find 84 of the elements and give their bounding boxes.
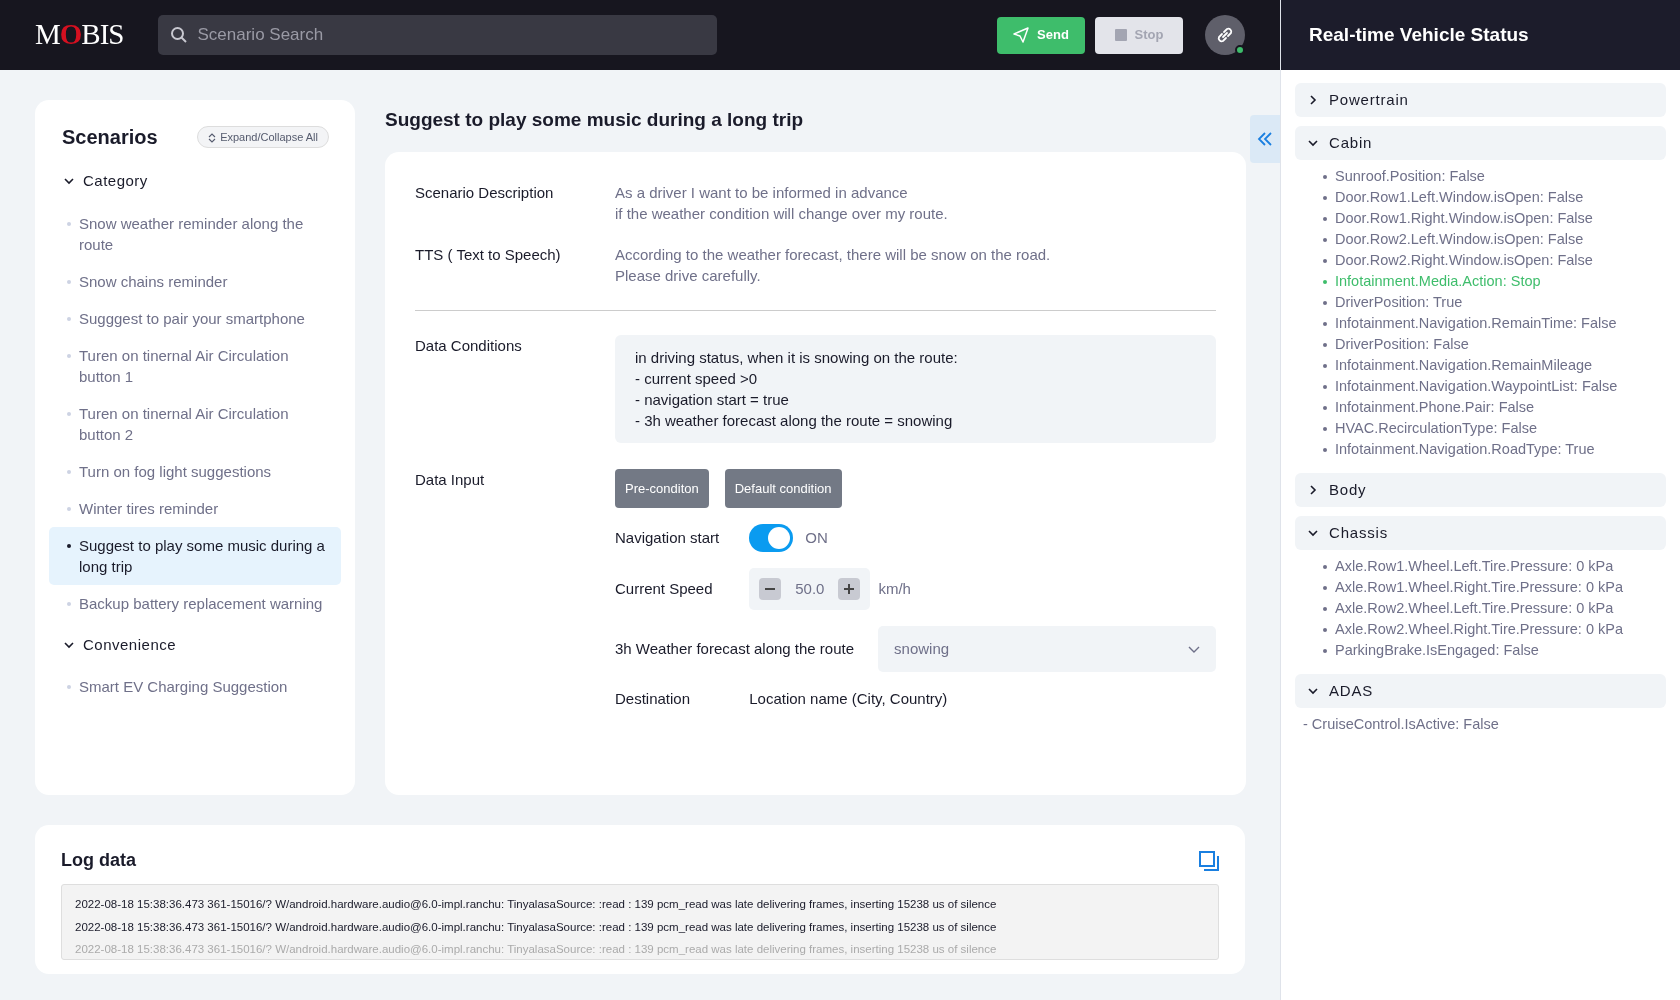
log-line: 2022-08-18 15:38:36.473 361-15016/? W/android.hardware.audio@6.0-impl.ranchu: TinyalasaSource: :read : 139 pcm_read was late delivering frames, inserting 15238 us of silence	[75, 942, 998, 957]
input-label: Current Speed	[615, 578, 714, 599]
scenario-item[interactable]: Turen on tinernal Air Circulation button 1	[49, 336, 341, 395]
scenario-title: Suggest to play some music during a long trip	[385, 108, 805, 132]
field-label: Data Conditions	[415, 335, 523, 356]
scenario-item[interactable]: Suggest to play some music during a long trip	[49, 526, 341, 585]
log-line: 2022-08-18 15:38:36.473 361-15016/? W/android.hardware.audio@6.0-impl.ranchu: TinyalasaSource: :read : 139 pcm_read was late delivering frames, inserting 15238 us of silence	[75, 897, 998, 912]
status-item: HVAC.RecirculationType: False	[1323, 418, 1666, 439]
conditions-box: in driving status, when it is snowing on the route: - current speed >0 - navigation start = true - 3h weather forecast along the route = snowing	[615, 334, 1216, 443]
section-header[interactable]: Body	[1295, 473, 1666, 507]
logo: MOBIS	[35, 17, 124, 53]
status-item: Axle.Row1.Wheel.Left.Tire.Pressure: 0 kPa	[1323, 556, 1666, 577]
scenario-item[interactable]: Snow chains reminder	[49, 262, 341, 300]
scenario-item[interactable]: Smart EV Charging Suggestion	[49, 668, 341, 705]
status-item: Axle.Row2.Wheel.Left.Tire.Pressure: 0 kPa	[1323, 598, 1666, 619]
category-header[interactable]: Category	[49, 166, 162, 197]
condition-button[interactable]: Pre-conditon	[615, 468, 709, 508]
status-item: Door.Row2.Left.Window.isOpen: False	[1323, 229, 1666, 250]
double-chevron-icon	[1257, 131, 1273, 147]
scenario-item[interactable]: Turen on tinernal Air Circulation button 2	[49, 394, 341, 453]
copy-button[interactable]	[1199, 849, 1219, 872]
chevron-icon	[1307, 527, 1319, 539]
search-field[interactable]: Scenario Search	[157, 15, 717, 55]
chevron-icon	[1307, 685, 1319, 697]
toggle-switch[interactable]	[749, 524, 794, 552]
copy-icon	[1199, 851, 1219, 872]
expand-collapse-button[interactable]: Expand/Collapse All	[197, 125, 329, 149]
expand-icon	[208, 132, 217, 143]
status-item: Door.Row1.Right.Window.isOpen: False	[1323, 208, 1666, 229]
condition-button[interactable]: Default condition	[724, 468, 842, 508]
search-icon	[169, 26, 188, 44]
status-item: DriverPosition: False	[1323, 334, 1666, 355]
sidebar-title: Scenarios	[62, 125, 158, 150]
status-item: Infotainment.Phone.Pair: False	[1323, 397, 1666, 418]
status-item: Door.Row1.Left.Window.isOpen: False	[1323, 187, 1666, 208]
link-button[interactable]	[1205, 15, 1245, 55]
log-line: 2022-08-18 15:38:36.473 361-15016/? W/android.hardware.audio@6.0-impl.ranchu: TinyalasaSource: :read : 139 pcm_read was late delivering frames, inserting 15238 us of silence	[75, 919, 998, 935]
field-value: As a driver I want to be informed in advance if the weather condition will change over my route.	[615, 182, 948, 224]
status-item: Infotainment.Navigation.WaypointList: False	[1323, 376, 1666, 397]
scenario-item[interactable]: Turn on fog light suggestions	[49, 452, 341, 490]
minus-button[interactable]	[759, 578, 782, 600]
speed-stepper[interactable]: 50.0	[749, 568, 871, 610]
collapse-button[interactable]	[1250, 115, 1280, 163]
log-title: Log data	[61, 849, 136, 872]
destination-value: Location name (City, Country)	[749, 689, 949, 709]
input-label: Destination	[615, 689, 692, 709]
status-item: Infotainment.Navigation.RemainMileage	[1323, 355, 1666, 376]
section-header[interactable]: ADAS	[1295, 674, 1666, 708]
chevron-icon	[1307, 94, 1319, 106]
chevron-icon	[1307, 484, 1319, 496]
field-label: Data Input	[415, 469, 486, 490]
scenario-item[interactable]: Sugggest to pair your smartphone	[49, 299, 341, 337]
scenario-item[interactable]: Backup battery replacement warning	[49, 584, 341, 622]
scenario-item[interactable]: Winter tires reminder	[49, 489, 341, 527]
scenario-item[interactable]: Snow weather reminder along the route	[49, 204, 341, 263]
panel-title: Real-time Vehicle Status	[1309, 22, 1529, 47]
weather-dropdown[interactable]: snowing	[878, 626, 1216, 672]
speed-unit: km/h	[878, 578, 911, 599]
section-header[interactable]: Chassis	[1295, 516, 1666, 550]
status-item: ParkingBrake.IsEngaged: False	[1323, 640, 1666, 661]
status-item: DriverPosition: True	[1323, 292, 1666, 313]
field-label: TTS ( Text to Speech)	[415, 244, 562, 265]
send-icon	[1013, 27, 1030, 43]
input-label: 3h Weather forecast along the route	[615, 638, 855, 659]
status-item: Infotainment.Media.Action: Stop	[1323, 271, 1666, 292]
toggle-state: ON	[805, 527, 828, 548]
status-item: Axle.Row2.Wheel.Right.Tire.Pressure: 0 kPa	[1323, 619, 1666, 640]
status-item: Sunroof.Position: False	[1323, 166, 1666, 187]
section-header[interactable]: Cabin	[1295, 126, 1666, 160]
status-item: Axle.Row1.Wheel.Right.Tire.Pressure: 0 kPa	[1323, 577, 1666, 598]
status-item: Infotainment.Navigation.RemainTime: False	[1323, 313, 1666, 334]
field-label: Scenario Description	[415, 182, 555, 203]
speed-value: 50.0	[795, 578, 825, 599]
category-header[interactable]: Convenience	[49, 629, 191, 660]
plus-button[interactable]	[838, 578, 861, 600]
status-item: Infotainment.Navigation.RoadType: True	[1323, 439, 1666, 460]
stop-icon	[1114, 29, 1127, 41]
chevron-icon	[1307, 137, 1319, 149]
status-item: - CruiseControl.IsActive: False	[1303, 715, 1500, 734]
field-value: According to the weather forecast, there will be snow on the road. Please drive carefully.	[615, 244, 1051, 286]
input-label: Navigation start	[615, 527, 720, 548]
status-item: Door.Row2.Right.Window.isOpen: False	[1323, 250, 1666, 271]
plus-icon	[843, 583, 856, 595]
section-header[interactable]: Powertrain	[1295, 83, 1666, 117]
